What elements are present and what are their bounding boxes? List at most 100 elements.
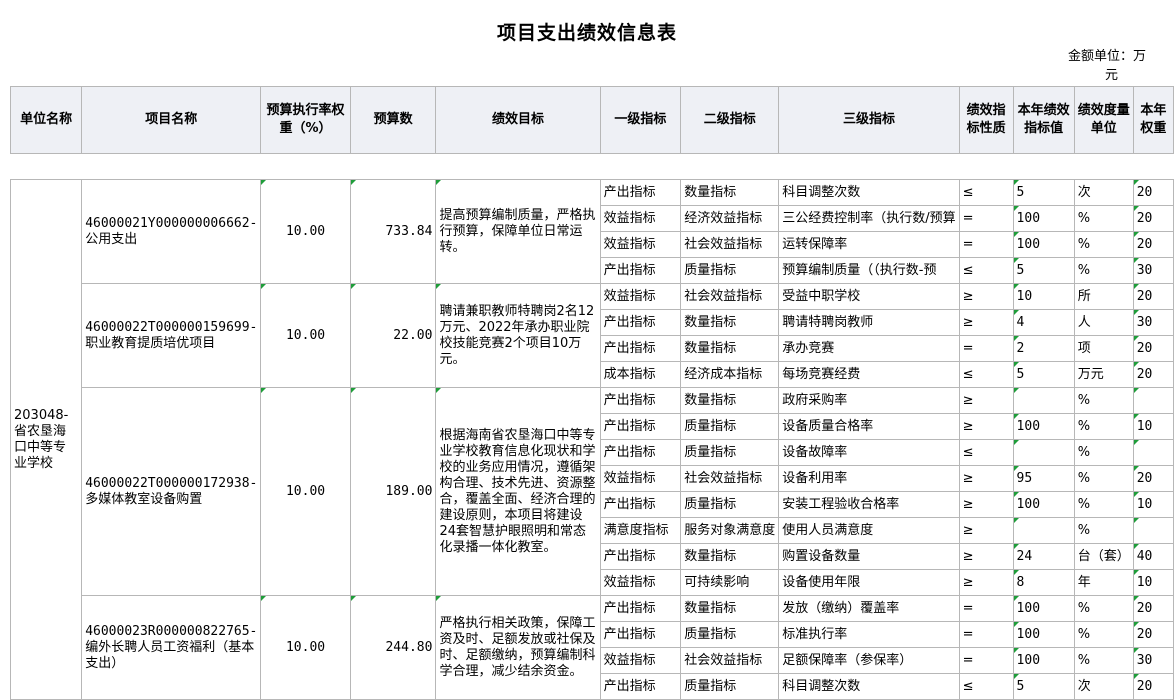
budget-cell[interactable]: 22.00: [349, 283, 437, 388]
weight-cell[interactable]: 20: [1132, 283, 1174, 310]
weight-cell[interactable]: 10: [1132, 491, 1174, 518]
level3-indicator-cell[interactable]: 每场竞赛经费: [778, 361, 960, 388]
indicator-nature-cell[interactable]: ≤: [958, 673, 1014, 700]
level1-indicator-cell[interactable]: 产出指标: [599, 439, 682, 466]
header-cell[interactable]: 项目名称: [81, 86, 262, 154]
level1-indicator-cell[interactable]: 产出指标: [599, 491, 682, 518]
weight-cell[interactable]: 30: [1132, 647, 1174, 674]
indicator-value-cell[interactable]: 5: [1012, 179, 1075, 206]
level1-indicator-cell[interactable]: 效益指标: [599, 231, 682, 258]
level2-indicator-cell[interactable]: 数量指标: [680, 595, 780, 622]
level2-indicator-cell[interactable]: 质量指标: [680, 257, 780, 284]
indicator-nature-cell[interactable]: ≥: [958, 283, 1014, 310]
level3-indicator-cell[interactable]: 承办竞赛: [778, 335, 960, 362]
header-cell[interactable]: 绩效指标性质: [958, 86, 1014, 154]
level1-indicator-cell[interactable]: 产出指标: [599, 387, 682, 414]
level1-indicator-cell[interactable]: 成本指标: [599, 361, 682, 388]
project-name-cell[interactable]: 46000022T000000159699-职业教育提质培优项目: [81, 283, 262, 388]
level3-indicator-cell[interactable]: 预算编制质量（（执行数-预: [778, 257, 960, 284]
indicator-nature-cell[interactable]: ≤: [958, 361, 1014, 388]
level3-indicator-cell[interactable]: 使用人员满意度: [778, 517, 960, 544]
header-cell[interactable]: 预算数: [349, 86, 437, 154]
weight-cell[interactable]: 10: [1132, 569, 1174, 596]
level3-indicator-cell[interactable]: 标准执行率: [778, 621, 960, 648]
weight-cell[interactable]: 30: [1132, 309, 1174, 336]
header-cell[interactable]: 一级指标: [599, 86, 682, 154]
weight-cell[interactable]: 20: [1132, 231, 1174, 258]
level1-indicator-cell[interactable]: 产出指标: [599, 413, 682, 440]
level2-indicator-cell[interactable]: 经济效益指标: [680, 205, 780, 232]
level2-indicator-cell[interactable]: 质量指标: [680, 673, 780, 700]
budget-cell[interactable]: 244.80: [349, 595, 437, 700]
indicator-nature-cell[interactable]: ≥: [958, 465, 1014, 492]
level2-indicator-cell[interactable]: 社会效益指标: [680, 231, 780, 258]
level3-indicator-cell[interactable]: 政府采购率: [778, 387, 960, 414]
level2-indicator-cell[interactable]: 数量指标: [680, 309, 780, 336]
level1-indicator-cell[interactable]: 产出指标: [599, 309, 682, 336]
measure-unit-cell[interactable]: 次: [1073, 179, 1134, 206]
indicator-value-cell[interactable]: 100: [1012, 413, 1075, 440]
indicator-value-cell[interactable]: [1012, 439, 1075, 466]
measure-unit-cell[interactable]: 台（套）: [1073, 543, 1134, 570]
goal-cell[interactable]: 根据海南省农垦海口中等专业学校教育信息化现状和学校的业务应用情况，遵循架构合理、…: [435, 387, 601, 596]
level2-indicator-cell[interactable]: 质量指标: [680, 439, 780, 466]
weight-cell[interactable]: [1132, 517, 1174, 544]
level1-indicator-cell[interactable]: 效益指标: [599, 465, 682, 492]
level2-indicator-cell[interactable]: 数量指标: [680, 387, 780, 414]
level3-indicator-cell[interactable]: 科目调整次数: [778, 179, 960, 206]
level3-indicator-cell[interactable]: 设备利用率: [778, 465, 960, 492]
project-name-cell[interactable]: 46000022T000000172938-多媒体教室设备购置: [81, 387, 262, 596]
indicator-value-cell[interactable]: 100: [1012, 595, 1075, 622]
measure-unit-cell[interactable]: %: [1073, 647, 1134, 674]
indicator-nature-cell[interactable]: ≥: [958, 569, 1014, 596]
level3-indicator-cell[interactable]: 受益中职学校: [778, 283, 960, 310]
indicator-value-cell[interactable]: 95: [1012, 465, 1075, 492]
measure-unit-cell[interactable]: %: [1073, 205, 1134, 232]
indicator-nature-cell[interactable]: ≥: [958, 543, 1014, 570]
indicator-nature-cell[interactable]: ≤: [958, 257, 1014, 284]
measure-unit-cell[interactable]: 人: [1073, 309, 1134, 336]
measure-unit-cell[interactable]: %: [1073, 387, 1134, 414]
budget-cell[interactable]: 733.84: [349, 179, 437, 284]
indicator-value-cell[interactable]: 100: [1012, 231, 1075, 258]
project-name-cell[interactable]: 46000021Y000000006662-公用支出: [81, 179, 262, 284]
indicator-value-cell[interactable]: 10: [1012, 283, 1075, 310]
level2-indicator-cell[interactable]: 质量指标: [680, 621, 780, 648]
indicator-value-cell[interactable]: 100: [1012, 647, 1075, 674]
indicator-nature-cell[interactable]: ≥: [958, 387, 1014, 414]
goal-cell[interactable]: 严格执行相关政策，保障工资及时、足额发放或社保及时、足额缴纳，预算编制科学合理，…: [435, 595, 601, 700]
indicator-nature-cell[interactable]: ≤: [958, 179, 1014, 206]
level1-indicator-cell[interactable]: 产出指标: [599, 621, 682, 648]
indicator-value-cell[interactable]: 5: [1012, 257, 1075, 284]
level3-indicator-cell[interactable]: 聘请特聘岗教师: [778, 309, 960, 336]
indicator-value-cell[interactable]: 100: [1012, 621, 1075, 648]
weight-cell[interactable]: 20: [1132, 361, 1174, 388]
measure-unit-cell[interactable]: 次: [1073, 673, 1134, 700]
weight-cell[interactable]: 20: [1132, 621, 1174, 648]
measure-unit-cell[interactable]: %: [1073, 621, 1134, 648]
rate-weight-cell[interactable]: 10.00: [260, 387, 351, 596]
indicator-value-cell[interactable]: 2: [1012, 335, 1075, 362]
weight-cell[interactable]: 20: [1132, 335, 1174, 362]
measure-unit-cell[interactable]: %: [1073, 517, 1134, 544]
measure-unit-cell[interactable]: %: [1073, 465, 1134, 492]
rate-weight-cell[interactable]: 10.00: [260, 595, 351, 700]
measure-unit-cell[interactable]: %: [1073, 413, 1134, 440]
level3-indicator-cell[interactable]: 安装工程验收合格率: [778, 491, 960, 518]
indicator-nature-cell[interactable]: ≥: [958, 517, 1014, 544]
level2-indicator-cell[interactable]: 数量指标: [680, 543, 780, 570]
level3-indicator-cell[interactable]: 设备质量合格率: [778, 413, 960, 440]
level2-indicator-cell[interactable]: 社会效益指标: [680, 465, 780, 492]
weight-cell[interactable]: 30: [1132, 257, 1174, 284]
level2-indicator-cell[interactable]: 可持续影响: [680, 569, 780, 596]
indicator-nature-cell[interactable]: ≤: [958, 439, 1014, 466]
weight-cell[interactable]: 20: [1132, 465, 1174, 492]
indicator-value-cell[interactable]: 100: [1012, 491, 1075, 518]
measure-unit-cell[interactable]: 所: [1073, 283, 1134, 310]
indicator-nature-cell[interactable]: ≥: [958, 413, 1014, 440]
level2-indicator-cell[interactable]: 社会效益指标: [680, 647, 780, 674]
level1-indicator-cell[interactable]: 效益指标: [599, 569, 682, 596]
weight-cell[interactable]: 40: [1132, 543, 1174, 570]
level1-indicator-cell[interactable]: 产出指标: [599, 543, 682, 570]
weight-cell[interactable]: 20: [1132, 205, 1174, 232]
